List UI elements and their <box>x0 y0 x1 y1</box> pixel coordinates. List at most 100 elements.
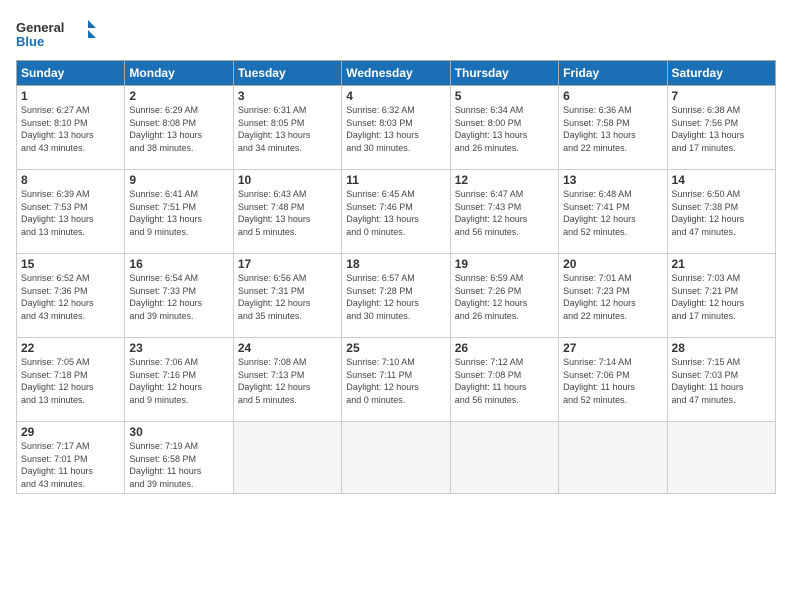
calendar-week-2: 8Sunrise: 6:39 AM Sunset: 7:53 PM Daylig… <box>17 170 776 254</box>
calendar-day: 22Sunrise: 7:05 AM Sunset: 7:18 PM Dayli… <box>17 338 125 422</box>
day-info: Sunrise: 7:15 AM Sunset: 7:03 PM Dayligh… <box>672 356 771 406</box>
day-info: Sunrise: 6:41 AM Sunset: 7:51 PM Dayligh… <box>129 188 228 238</box>
calendar-day: 16Sunrise: 6:54 AM Sunset: 7:33 PM Dayli… <box>125 254 233 338</box>
day-info: Sunrise: 6:29 AM Sunset: 8:08 PM Dayligh… <box>129 104 228 154</box>
day-info: Sunrise: 6:59 AM Sunset: 7:26 PM Dayligh… <box>455 272 554 322</box>
calendar-day: 20Sunrise: 7:01 AM Sunset: 7:23 PM Dayli… <box>559 254 667 338</box>
day-info: Sunrise: 6:56 AM Sunset: 7:31 PM Dayligh… <box>238 272 337 322</box>
calendar-day: 2Sunrise: 6:29 AM Sunset: 8:08 PM Daylig… <box>125 86 233 170</box>
weekday-header-friday: Friday <box>559 61 667 86</box>
day-number: 28 <box>672 341 771 355</box>
day-info: Sunrise: 7:10 AM Sunset: 7:11 PM Dayligh… <box>346 356 445 406</box>
calendar-week-1: 1Sunrise: 6:27 AM Sunset: 8:10 PM Daylig… <box>17 86 776 170</box>
calendar-day: 28Sunrise: 7:15 AM Sunset: 7:03 PM Dayli… <box>667 338 775 422</box>
calendar-day: 14Sunrise: 6:50 AM Sunset: 7:38 PM Dayli… <box>667 170 775 254</box>
logo: General Blue <box>16 16 96 52</box>
weekday-header-wednesday: Wednesday <box>342 61 450 86</box>
day-info: Sunrise: 6:45 AM Sunset: 7:46 PM Dayligh… <box>346 188 445 238</box>
calendar-day: 1Sunrise: 6:27 AM Sunset: 8:10 PM Daylig… <box>17 86 125 170</box>
day-number: 19 <box>455 257 554 271</box>
day-info: Sunrise: 7:17 AM Sunset: 7:01 PM Dayligh… <box>21 440 120 490</box>
day-number: 4 <box>346 89 445 103</box>
calendar-day <box>342 422 450 494</box>
day-number: 29 <box>21 425 120 439</box>
calendar-day: 10Sunrise: 6:43 AM Sunset: 7:48 PM Dayli… <box>233 170 341 254</box>
calendar-day: 24Sunrise: 7:08 AM Sunset: 7:13 PM Dayli… <box>233 338 341 422</box>
calendar-day: 30Sunrise: 7:19 AM Sunset: 6:58 PM Dayli… <box>125 422 233 494</box>
day-number: 24 <box>238 341 337 355</box>
day-number: 18 <box>346 257 445 271</box>
logo-svg: General Blue <box>16 16 96 52</box>
day-number: 2 <box>129 89 228 103</box>
calendar-day: 5Sunrise: 6:34 AM Sunset: 8:00 PM Daylig… <box>450 86 558 170</box>
calendar-day: 18Sunrise: 6:57 AM Sunset: 7:28 PM Dayli… <box>342 254 450 338</box>
day-number: 17 <box>238 257 337 271</box>
calendar-week-5: 29Sunrise: 7:17 AM Sunset: 7:01 PM Dayli… <box>17 422 776 494</box>
day-number: 14 <box>672 173 771 187</box>
calendar-week-3: 15Sunrise: 6:52 AM Sunset: 7:36 PM Dayli… <box>17 254 776 338</box>
calendar-day: 7Sunrise: 6:38 AM Sunset: 7:56 PM Daylig… <box>667 86 775 170</box>
calendar-week-4: 22Sunrise: 7:05 AM Sunset: 7:18 PM Dayli… <box>17 338 776 422</box>
day-info: Sunrise: 6:36 AM Sunset: 7:58 PM Dayligh… <box>563 104 662 154</box>
calendar-table: SundayMondayTuesdayWednesdayThursdayFrid… <box>16 60 776 494</box>
calendar-day: 21Sunrise: 7:03 AM Sunset: 7:21 PM Dayli… <box>667 254 775 338</box>
day-number: 12 <box>455 173 554 187</box>
day-number: 1 <box>21 89 120 103</box>
day-info: Sunrise: 6:43 AM Sunset: 7:48 PM Dayligh… <box>238 188 337 238</box>
day-number: 27 <box>563 341 662 355</box>
day-info: Sunrise: 6:47 AM Sunset: 7:43 PM Dayligh… <box>455 188 554 238</box>
page-header: General Blue <box>16 16 776 52</box>
calendar-day <box>559 422 667 494</box>
calendar-day: 9Sunrise: 6:41 AM Sunset: 7:51 PM Daylig… <box>125 170 233 254</box>
day-info: Sunrise: 6:34 AM Sunset: 8:00 PM Dayligh… <box>455 104 554 154</box>
calendar-day: 23Sunrise: 7:06 AM Sunset: 7:16 PM Dayli… <box>125 338 233 422</box>
weekday-header-saturday: Saturday <box>667 61 775 86</box>
calendar-day: 6Sunrise: 6:36 AM Sunset: 7:58 PM Daylig… <box>559 86 667 170</box>
day-info: Sunrise: 7:08 AM Sunset: 7:13 PM Dayligh… <box>238 356 337 406</box>
day-info: Sunrise: 6:38 AM Sunset: 7:56 PM Dayligh… <box>672 104 771 154</box>
day-number: 20 <box>563 257 662 271</box>
day-info: Sunrise: 7:14 AM Sunset: 7:06 PM Dayligh… <box>563 356 662 406</box>
day-number: 26 <box>455 341 554 355</box>
calendar-day: 3Sunrise: 6:31 AM Sunset: 8:05 PM Daylig… <box>233 86 341 170</box>
day-number: 23 <box>129 341 228 355</box>
calendar-header-row: SundayMondayTuesdayWednesdayThursdayFrid… <box>17 61 776 86</box>
day-number: 7 <box>672 89 771 103</box>
day-number: 11 <box>346 173 445 187</box>
day-info: Sunrise: 7:01 AM Sunset: 7:23 PM Dayligh… <box>563 272 662 322</box>
calendar-day: 13Sunrise: 6:48 AM Sunset: 7:41 PM Dayli… <box>559 170 667 254</box>
day-info: Sunrise: 7:19 AM Sunset: 6:58 PM Dayligh… <box>129 440 228 490</box>
day-info: Sunrise: 6:57 AM Sunset: 7:28 PM Dayligh… <box>346 272 445 322</box>
calendar-day: 8Sunrise: 6:39 AM Sunset: 7:53 PM Daylig… <box>17 170 125 254</box>
calendar-day <box>667 422 775 494</box>
day-number: 15 <box>21 257 120 271</box>
day-number: 6 <box>563 89 662 103</box>
calendar-day: 11Sunrise: 6:45 AM Sunset: 7:46 PM Dayli… <box>342 170 450 254</box>
day-number: 9 <box>129 173 228 187</box>
day-info: Sunrise: 6:39 AM Sunset: 7:53 PM Dayligh… <box>21 188 120 238</box>
calendar-day: 15Sunrise: 6:52 AM Sunset: 7:36 PM Dayli… <box>17 254 125 338</box>
day-number: 10 <box>238 173 337 187</box>
day-number: 21 <box>672 257 771 271</box>
day-number: 25 <box>346 341 445 355</box>
weekday-header-thursday: Thursday <box>450 61 558 86</box>
day-info: Sunrise: 7:06 AM Sunset: 7:16 PM Dayligh… <box>129 356 228 406</box>
day-number: 16 <box>129 257 228 271</box>
svg-text:General: General <box>16 20 64 35</box>
day-info: Sunrise: 6:52 AM Sunset: 7:36 PM Dayligh… <box>21 272 120 322</box>
weekday-header-tuesday: Tuesday <box>233 61 341 86</box>
calendar-day: 29Sunrise: 7:17 AM Sunset: 7:01 PM Dayli… <box>17 422 125 494</box>
calendar-day <box>450 422 558 494</box>
calendar-day: 17Sunrise: 6:56 AM Sunset: 7:31 PM Dayli… <box>233 254 341 338</box>
day-number: 3 <box>238 89 337 103</box>
day-info: Sunrise: 6:27 AM Sunset: 8:10 PM Dayligh… <box>21 104 120 154</box>
day-number: 8 <box>21 173 120 187</box>
calendar-day <box>233 422 341 494</box>
weekday-header-monday: Monday <box>125 61 233 86</box>
calendar-day: 12Sunrise: 6:47 AM Sunset: 7:43 PM Dayli… <box>450 170 558 254</box>
day-info: Sunrise: 6:54 AM Sunset: 7:33 PM Dayligh… <box>129 272 228 322</box>
day-info: Sunrise: 7:03 AM Sunset: 7:21 PM Dayligh… <box>672 272 771 322</box>
day-info: Sunrise: 6:32 AM Sunset: 8:03 PM Dayligh… <box>346 104 445 154</box>
calendar-day: 4Sunrise: 6:32 AM Sunset: 8:03 PM Daylig… <box>342 86 450 170</box>
svg-text:Blue: Blue <box>16 34 44 49</box>
